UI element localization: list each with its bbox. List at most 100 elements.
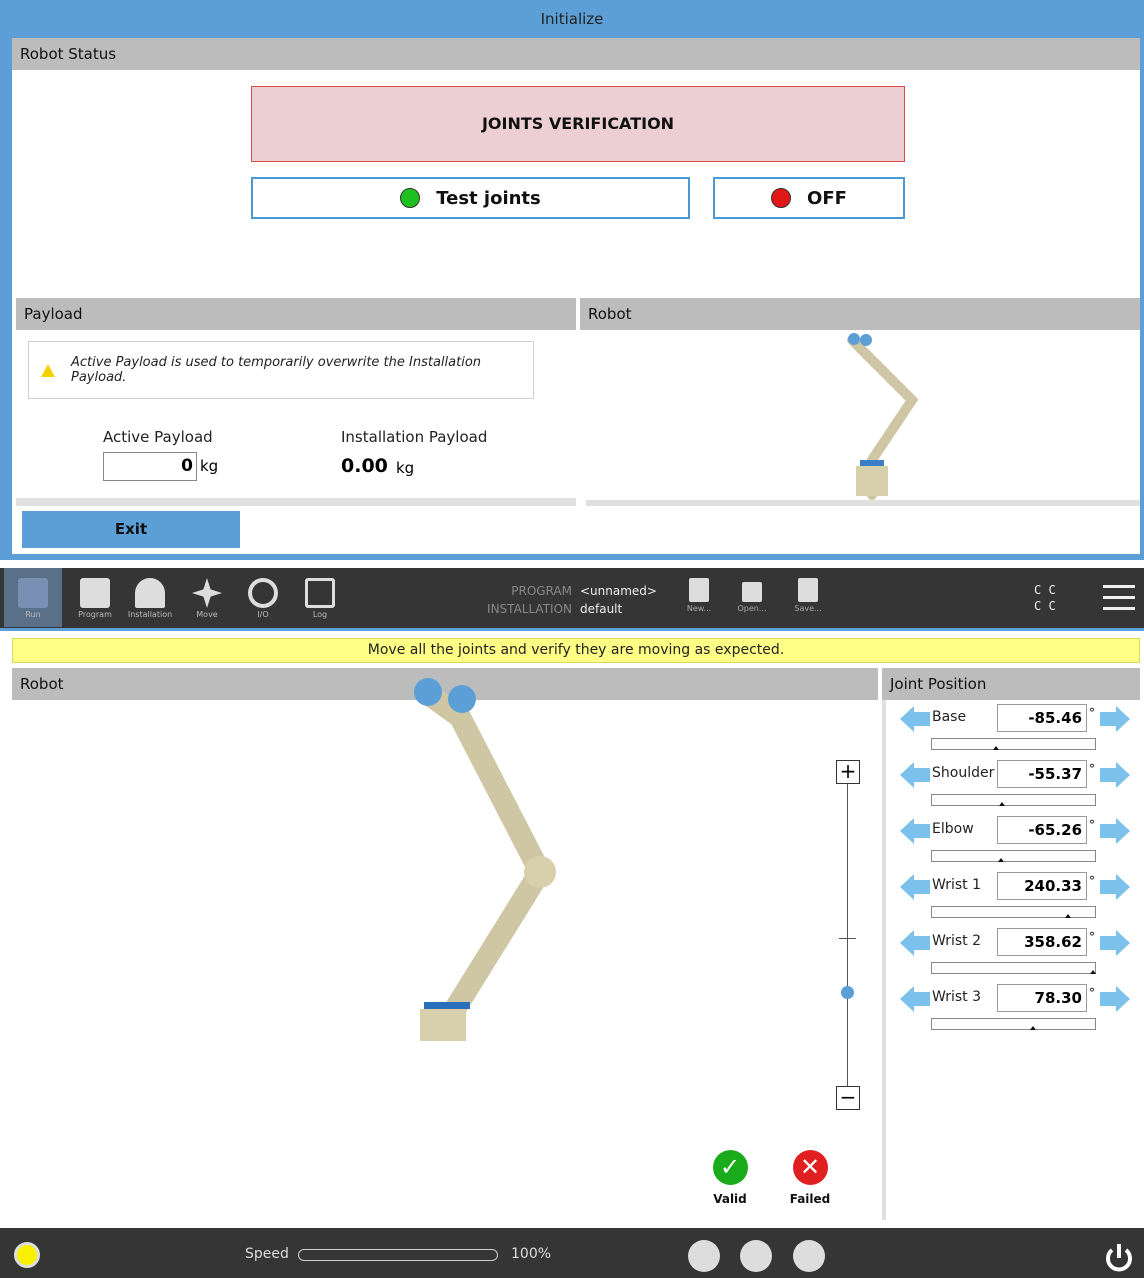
new-file-icon xyxy=(689,578,709,602)
joints-verification-banner: JOINTS VERIFICATION xyxy=(251,86,905,162)
dialog-body: Robot Status JOINTS VERIFICATION Test jo… xyxy=(12,38,1140,554)
arrow-right-icon[interactable] xyxy=(1100,818,1130,844)
degree-unit: ° xyxy=(1089,762,1095,776)
nav-io[interactable]: I/O xyxy=(234,568,292,627)
play-icon[interactable] xyxy=(688,1240,720,1272)
joint-value-input[interactable]: -55.37 xyxy=(997,760,1087,788)
speed-value: 100% xyxy=(511,1246,552,1262)
arrow-right-icon[interactable] xyxy=(1100,930,1130,956)
joint-row: Wrist 3 78.30 ° xyxy=(900,984,1130,1040)
cc-line: C C xyxy=(1034,583,1056,597)
initialize-dialog: Initialize Robot Status JOINTS VERIFICAT… xyxy=(0,0,1144,560)
arrow-left-icon[interactable] xyxy=(900,762,930,788)
nav-program[interactable]: Program xyxy=(66,568,124,627)
nav-log[interactable]: Log xyxy=(291,568,349,627)
joint-value-input[interactable]: -65.26 xyxy=(997,816,1087,844)
nav-installation[interactable]: Installation xyxy=(121,568,179,627)
active-payload-input[interactable]: 0 xyxy=(103,452,197,481)
nav-move-label: Move xyxy=(196,610,218,619)
program-name: <unnamed> xyxy=(580,584,657,598)
nav-move[interactable]: Move xyxy=(178,568,236,627)
nav-installation-label: Installation xyxy=(127,610,173,619)
ur-logo-icon xyxy=(18,578,48,608)
power-icon[interactable] xyxy=(1101,1240,1137,1276)
arrow-right-icon[interactable] xyxy=(1100,706,1130,732)
zoom-control: + − xyxy=(836,760,860,1120)
zoom-handle[interactable] xyxy=(841,986,854,999)
open-button[interactable]: Open... xyxy=(734,578,770,613)
dialog-title: Initialize xyxy=(540,10,604,28)
joint-value-input[interactable]: 358.62 xyxy=(997,928,1087,956)
installation-payload-value: 0.00 xyxy=(341,455,388,477)
arrow-right-icon[interactable] xyxy=(1100,986,1130,1012)
joint-slider-marker xyxy=(992,746,999,750)
arrow-left-icon[interactable] xyxy=(900,986,930,1012)
joint-slider[interactable] xyxy=(931,794,1096,806)
nav-program-label: Program xyxy=(78,610,112,619)
robot-3d-view-image xyxy=(414,678,556,1041)
joint-slider[interactable] xyxy=(931,962,1097,974)
joint-slider[interactable] xyxy=(931,1018,1096,1030)
save-button[interactable]: Save... xyxy=(790,578,826,613)
arrow-right-icon[interactable] xyxy=(1100,874,1130,900)
program-info-values: <unnamed> default xyxy=(580,582,657,618)
degree-unit: ° xyxy=(1089,930,1095,944)
exit-button[interactable]: Exit xyxy=(22,511,240,548)
joint-value-input[interactable]: 240.33 xyxy=(997,872,1087,900)
robot-status-led-icon[interactable] xyxy=(14,1242,40,1268)
joint-row: Elbow -65.26 ° xyxy=(900,816,1130,872)
zoom-tick xyxy=(839,938,856,939)
divider xyxy=(586,500,1140,506)
joint-position-header: Joint Position xyxy=(882,668,1140,700)
joint-slider-marker xyxy=(999,802,1006,806)
new-label: New... xyxy=(686,604,712,613)
program-label: PROGRAM xyxy=(511,584,572,598)
joint-slider-marker xyxy=(1064,914,1071,918)
step-icon[interactable] xyxy=(740,1240,772,1272)
joint-row: Shoulder -55.37 ° xyxy=(900,760,1130,816)
joint-value-input[interactable]: -85.46 xyxy=(997,704,1087,732)
folder-icon xyxy=(742,582,762,602)
arrow-left-icon[interactable] xyxy=(900,818,930,844)
top-bar-accent xyxy=(0,628,1144,631)
payload-warning: Active Payload is used to temporarily ov… xyxy=(28,341,534,399)
joint-slider[interactable] xyxy=(931,850,1096,862)
arrow-right-icon[interactable] xyxy=(1100,762,1130,788)
installation-payload-label: Installation Payload xyxy=(341,428,488,446)
joint-name: Elbow xyxy=(932,821,974,837)
zoom-in-button[interactable]: + xyxy=(836,760,860,784)
warning-icon xyxy=(41,363,55,377)
red-status-dot-icon xyxy=(771,188,792,208)
arrow-left-icon[interactable] xyxy=(900,874,930,900)
joint-value-input[interactable]: 78.30 xyxy=(997,984,1087,1012)
new-button[interactable]: New... xyxy=(681,578,717,613)
program-icon xyxy=(80,578,110,608)
off-button[interactable]: OFF xyxy=(713,177,905,219)
test-joints-button[interactable]: Test joints xyxy=(251,177,690,219)
program-info-labels: PROGRAM INSTALLATION xyxy=(468,582,572,618)
installation-label: INSTALLATION xyxy=(487,602,572,616)
stop-icon[interactable] xyxy=(793,1240,825,1272)
save-label: Save... xyxy=(794,604,822,613)
arrow-left-icon[interactable] xyxy=(900,930,930,956)
spacer xyxy=(0,560,1144,568)
check-icon: ✓ xyxy=(712,1150,748,1185)
divider xyxy=(16,498,576,506)
arrow-left-icon[interactable] xyxy=(900,706,930,732)
valid-label: Valid xyxy=(713,1192,747,1206)
installation-icon xyxy=(135,578,165,608)
io-icon xyxy=(248,578,278,608)
degree-unit: ° xyxy=(1089,986,1095,1000)
valid-button[interactable]: ✓ Valid xyxy=(705,1150,755,1206)
joint-name: Shoulder xyxy=(932,765,995,781)
joint-slider[interactable] xyxy=(931,906,1096,918)
green-status-dot-icon xyxy=(400,188,421,208)
zoom-track xyxy=(847,784,848,1086)
joint-slider[interactable] xyxy=(931,738,1096,750)
zoom-out-button[interactable]: − xyxy=(836,1086,860,1110)
nav-log-label: Log xyxy=(312,610,328,619)
hamburger-menu-icon[interactable] xyxy=(1103,585,1135,618)
failed-button[interactable]: ✕ Failed xyxy=(785,1150,835,1206)
speed-slider[interactable] xyxy=(298,1249,498,1261)
nav-run[interactable]: Run xyxy=(4,568,62,627)
